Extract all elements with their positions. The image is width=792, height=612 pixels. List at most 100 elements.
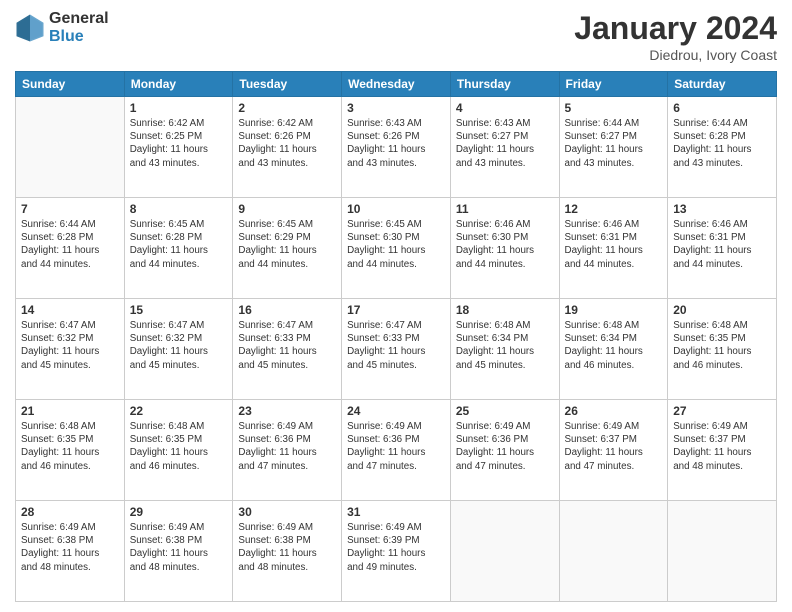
calendar-cell-w1d6: 13 Sunrise: 6:46 AMSunset: 6:31 PMDayligh… — [668, 198, 777, 299]
weekday-header-wednesday: Wednesday — [342, 72, 451, 97]
calendar-cell-w2d1: 15 Sunrise: 6:47 AMSunset: 6:32 PMDayligh… — [124, 299, 233, 400]
calendar-cell-w0d0 — [16, 97, 125, 198]
calendar-cell-w2d0: 14 Sunrise: 6:47 AMSunset: 6:32 PMDayligh… — [16, 299, 125, 400]
day-number: 3 — [347, 101, 445, 115]
day-number: 23 — [238, 404, 336, 418]
cell-details: Sunrise: 6:45 AMSunset: 6:29 PMDaylight:… — [238, 218, 336, 271]
calendar-cell-w0d2: 2 Sunrise: 6:42 AMSunset: 6:26 PMDaylight… — [233, 97, 342, 198]
calendar-cell-w4d1: 29 Sunrise: 6:49 AMSunset: 6:38 PMDayligh… — [124, 501, 233, 602]
calendar-cell-w2d6: 20 Sunrise: 6:48 AMSunset: 6:35 PMDayligh… — [668, 299, 777, 400]
calendar-cell-w0d1: 1 Sunrise: 6:42 AMSunset: 6:25 PMDaylight… — [124, 97, 233, 198]
cell-details: Sunrise: 6:49 AMSunset: 6:37 PMDaylight:… — [673, 420, 771, 473]
day-number: 13 — [673, 202, 771, 216]
cell-details: Sunrise: 6:49 AMSunset: 6:36 PMDaylight:… — [347, 420, 445, 473]
cell-details: Sunrise: 6:49 AMSunset: 6:38 PMDaylight:… — [130, 521, 228, 574]
cell-details: Sunrise: 6:48 AMSunset: 6:34 PMDaylight:… — [456, 319, 554, 372]
calendar-cell-w0d4: 4Sunrise: 6:43 AMSunset: 6:27 PMDaylight… — [450, 97, 559, 198]
calendar-cell-w0d6: 6Sunrise: 6:44 AMSunset: 6:28 PMDaylight… — [668, 97, 777, 198]
cell-details: Sunrise: 6:49 AMSunset: 6:36 PMDaylight:… — [238, 420, 336, 473]
calendar-cell-w3d5: 26 Sunrise: 6:49 AMSunset: 6:37 PMDayligh… — [559, 400, 668, 501]
day-number: 20 — [673, 303, 771, 317]
calendar-cell-w4d3: 31 Sunrise: 6:49 AMSunset: 6:39 PMDayligh… — [342, 501, 451, 602]
calendar-cell-w3d4: 25Sunrise: 6:49 AMSunset: 6:36 PMDayligh… — [450, 400, 559, 501]
calendar-cell-w2d2: 16 Sunrise: 6:47 AMSunset: 6:33 PMDayligh… — [233, 299, 342, 400]
day-number: 16 — [238, 303, 336, 317]
day-number: 25 — [456, 404, 554, 418]
calendar-cell-w1d5: 12 Sunrise: 6:46 AMSunset: 6:31 PMDayligh… — [559, 198, 668, 299]
day-number: 2 — [238, 101, 336, 115]
weekday-header-monday: Monday — [124, 72, 233, 97]
day-number: 29 — [130, 505, 228, 519]
calendar-cell-w1d3: 10 Sunrise: 6:45 AMSunset: 6:30 PMDayligh… — [342, 198, 451, 299]
cell-details: Sunrise: 6:42 AMSunset: 6:25 PMDaylight:… — [130, 117, 228, 170]
cell-details: Sunrise: 6:49 AMSunset: 6:38 PMDaylight:… — [21, 521, 119, 574]
calendar-cell-w1d1: 8Sunrise: 6:45 AMSunset: 6:28 PMDaylight… — [124, 198, 233, 299]
weekday-header-saturday: Saturday — [668, 72, 777, 97]
calendar-cell-w3d3: 24 Sunrise: 6:49 AMSunset: 6:36 PMDayligh… — [342, 400, 451, 501]
calendar-cell-w1d0: 7 Sunrise: 6:44 AMSunset: 6:28 PMDaylight… — [16, 198, 125, 299]
day-number: 24 — [347, 404, 445, 418]
day-number: 5 — [565, 101, 663, 115]
cell-details: Sunrise: 6:42 AMSunset: 6:26 PMDaylight:… — [238, 117, 336, 170]
day-number: 22 — [130, 404, 228, 418]
cell-details: Sunrise: 6:47 AMSunset: 6:32 PMDaylight:… — [130, 319, 228, 372]
calendar-cell-w3d0: 21Sunrise: 6:48 AMSunset: 6:35 PMDayligh… — [16, 400, 125, 501]
weekday-header-tuesday: Tuesday — [233, 72, 342, 97]
cell-details: Sunrise: 6:45 AMSunset: 6:30 PMDaylight:… — [347, 218, 445, 271]
logo-text: General Blue — [49, 10, 109, 45]
day-number: 31 — [347, 505, 445, 519]
day-number: 15 — [130, 303, 228, 317]
cell-details: Sunrise: 6:48 AMSunset: 6:35 PMDaylight:… — [673, 319, 771, 372]
cell-details: Sunrise: 6:47 AMSunset: 6:33 PMDaylight:… — [238, 319, 336, 372]
calendar-table: SundayMondayTuesdayWednesdayThursdayFrid… — [15, 71, 777, 602]
subtitle: Diedrou, Ivory Coast — [574, 47, 777, 63]
calendar-cell-w4d0: 28Sunrise: 6:49 AMSunset: 6:38 PMDayligh… — [16, 501, 125, 602]
calendar-cell-w2d3: 17 Sunrise: 6:47 AMSunset: 6:33 PMDayligh… — [342, 299, 451, 400]
calendar-cell-w4d6 — [668, 501, 777, 602]
day-number: 14 — [21, 303, 119, 317]
weekday-header-sunday: Sunday — [16, 72, 125, 97]
calendar-cell-w4d2: 30 Sunrise: 6:49 AMSunset: 6:38 PMDayligh… — [233, 501, 342, 602]
day-number: 1 — [130, 101, 228, 115]
main-title: January 2024 — [574, 10, 777, 47]
day-number: 11 — [456, 202, 554, 216]
cell-details: Sunrise: 6:48 AMSunset: 6:34 PMDaylight:… — [565, 319, 663, 372]
calendar-cell-w0d3: 3Sunrise: 6:43 AMSunset: 6:26 PMDaylight… — [342, 97, 451, 198]
header: General Blue January 2024 Diedrou, Ivory… — [15, 10, 777, 63]
calendar-cell-w3d1: 22Sunrise: 6:48 AMSunset: 6:35 PMDayligh… — [124, 400, 233, 501]
weekday-header-friday: Friday — [559, 72, 668, 97]
day-number: 26 — [565, 404, 663, 418]
cell-details: Sunrise: 6:47 AMSunset: 6:33 PMDaylight:… — [347, 319, 445, 372]
cell-details: Sunrise: 6:46 AMSunset: 6:31 PMDaylight:… — [565, 218, 663, 271]
cell-details: Sunrise: 6:48 AMSunset: 6:35 PMDaylight:… — [21, 420, 119, 473]
cell-details: Sunrise: 6:47 AMSunset: 6:32 PMDaylight:… — [21, 319, 119, 372]
cell-details: Sunrise: 6:46 AMSunset: 6:30 PMDaylight:… — [456, 218, 554, 271]
cell-details: Sunrise: 6:46 AMSunset: 6:31 PMDaylight:… — [673, 218, 771, 271]
calendar-cell-w2d4: 18Sunrise: 6:48 AMSunset: 6:34 PMDayligh… — [450, 299, 559, 400]
title-block: January 2024 Diedrou, Ivory Coast — [574, 10, 777, 63]
calendar-cell-w1d2: 9Sunrise: 6:45 AMSunset: 6:29 PMDaylight… — [233, 198, 342, 299]
cell-details: Sunrise: 6:49 AMSunset: 6:39 PMDaylight:… — [347, 521, 445, 574]
day-number: 19 — [565, 303, 663, 317]
calendar-cell-w0d5: 5 Sunrise: 6:44 AMSunset: 6:27 PMDaylight… — [559, 97, 668, 198]
logo-blue: Blue — [49, 28, 109, 46]
day-number: 10 — [347, 202, 445, 216]
cell-details: Sunrise: 6:44 AMSunset: 6:28 PMDaylight:… — [673, 117, 771, 170]
day-number: 30 — [238, 505, 336, 519]
page: General Blue January 2024 Diedrou, Ivory… — [0, 0, 792, 612]
cell-details: Sunrise: 6:44 AMSunset: 6:27 PMDaylight:… — [565, 117, 663, 170]
day-number: 27 — [673, 404, 771, 418]
logo-icon — [15, 13, 45, 43]
day-number: 12 — [565, 202, 663, 216]
day-number: 17 — [347, 303, 445, 317]
cell-details: Sunrise: 6:44 AMSunset: 6:28 PMDaylight:… — [21, 218, 119, 271]
cell-details: Sunrise: 6:49 AMSunset: 6:37 PMDaylight:… — [565, 420, 663, 473]
calendar-cell-w4d4 — [450, 501, 559, 602]
calendar-cell-w1d4: 11 Sunrise: 6:46 AMSunset: 6:30 PMDayligh… — [450, 198, 559, 299]
calendar-cell-w3d2: 23 Sunrise: 6:49 AMSunset: 6:36 PMDayligh… — [233, 400, 342, 501]
day-number: 7 — [21, 202, 119, 216]
cell-details: Sunrise: 6:49 AMSunset: 6:38 PMDaylight:… — [238, 521, 336, 574]
cell-details: Sunrise: 6:43 AMSunset: 6:27 PMDaylight:… — [456, 117, 554, 170]
calendar-cell-w3d6: 27 Sunrise: 6:49 AMSunset: 6:37 PMDayligh… — [668, 400, 777, 501]
day-number: 8 — [130, 202, 228, 216]
